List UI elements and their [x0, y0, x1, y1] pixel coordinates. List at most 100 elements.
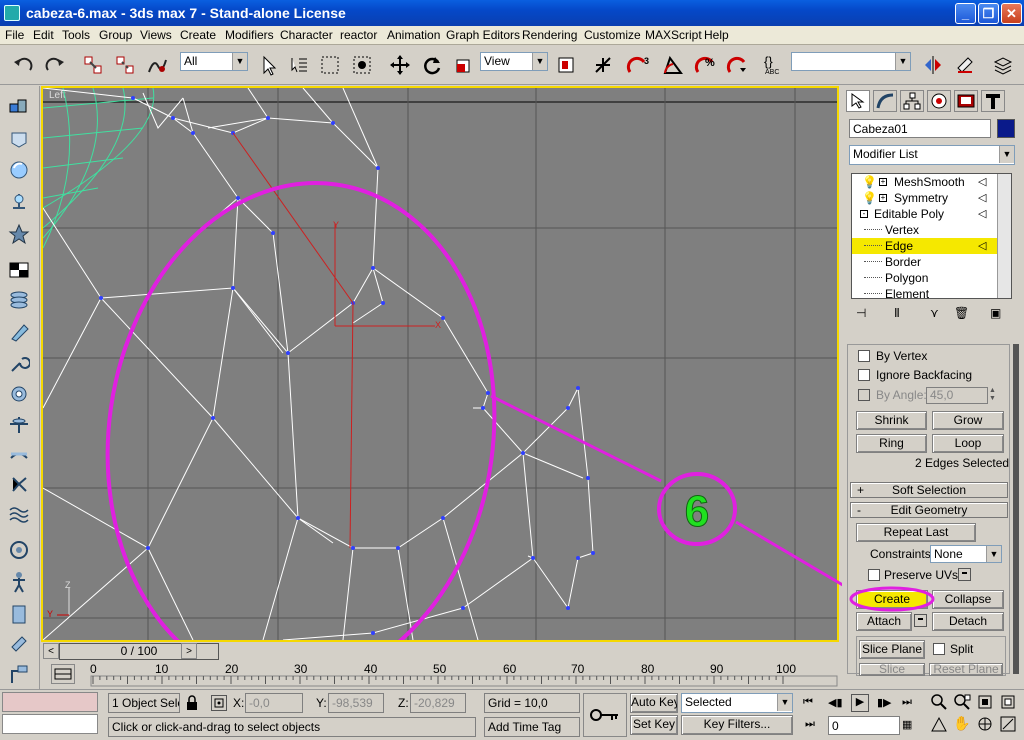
- select-by-name-icon[interactable]: [285, 52, 311, 78]
- create-button[interactable]: Create: [856, 590, 928, 609]
- ignore-backfacing-checkbox[interactable]: [858, 369, 870, 381]
- undo-icon[interactable]: [10, 52, 36, 78]
- lightbulb-icon[interactable]: 💡: [862, 174, 877, 190]
- align-icon[interactable]: [952, 52, 978, 78]
- by-angle-spinner[interactable]: 45,0: [926, 387, 988, 404]
- collapse-icon[interactable]: -: [860, 210, 868, 218]
- menu-file[interactable]: File: [5, 28, 24, 42]
- shrink-button[interactable]: Shrink: [856, 411, 927, 430]
- repeat-last-button[interactable]: Repeat Last: [856, 523, 976, 542]
- show-end-result-icon[interactable]: Ⅱ: [894, 306, 900, 320]
- pin-stack-icon[interactable]: ◁: [978, 190, 986, 206]
- objects-tab-icon[interactable]: [7, 94, 31, 118]
- minimize-button[interactable]: _: [955, 3, 976, 24]
- absolute-mode-icon[interactable]: [211, 695, 227, 711]
- menu-customize[interactable]: Customize: [584, 28, 641, 42]
- select-and-scale-icon[interactable]: [451, 52, 477, 78]
- edit-geometry-rollout[interactable]: - Edit Geometry: [850, 502, 1008, 518]
- stack-item-meshsmooth[interactable]: 💡 + MeshSmooth ◁: [852, 174, 997, 190]
- select-and-rotate-icon[interactable]: [419, 52, 445, 78]
- set-key-button[interactable]: Set Key: [630, 715, 678, 735]
- menu-animation[interactable]: Animation: [387, 28, 440, 42]
- zoom-icon[interactable]: [930, 693, 948, 711]
- stack-sub-element[interactable]: Element: [852, 286, 997, 298]
- set-key-mode-icon[interactable]: [583, 693, 627, 737]
- previous-frame-button[interactable]: <: [43, 643, 59, 659]
- key-mode-toggle-icon[interactable]: ⏭: [805, 718, 821, 732]
- particles-tab-icon[interactable]: [7, 288, 31, 312]
- soft-selection-rollout[interactable]: + Soft Selection: [850, 482, 1008, 498]
- menu-group[interactable]: Group: [99, 28, 132, 42]
- select-and-link-icon[interactable]: [80, 52, 106, 78]
- by-angle-checkbox[interactable]: [858, 389, 870, 401]
- object-name-field[interactable]: Cabeza01: [849, 119, 991, 138]
- previous-frame-icon[interactable]: ◀▮: [828, 696, 846, 710]
- utilities-panel-tab-icon[interactable]: [981, 90, 1005, 112]
- utilities-tab-icon[interactable]: [7, 632, 31, 656]
- mirror-icon[interactable]: [920, 52, 946, 78]
- waves-tab-icon[interactable]: [7, 502, 31, 526]
- motion-panel-tab-icon[interactable]: [927, 90, 951, 112]
- pin-stack-icon[interactable]: ◁: [978, 238, 986, 254]
- selection-filter-dropdown[interactable]: All ▼: [180, 52, 248, 71]
- display-panel-tab-icon[interactable]: [954, 90, 978, 112]
- modify-panel-tab-icon[interactable]: [873, 90, 897, 112]
- play-icon[interactable]: ▶: [851, 694, 869, 712]
- named-selection-sets-dropdown[interactable]: ▼: [791, 52, 911, 71]
- menu-views[interactable]: Views: [140, 28, 172, 42]
- cameras-tab-icon[interactable]: [7, 442, 31, 466]
- zoom-all-icon[interactable]: [953, 693, 971, 711]
- pin-stack-icon[interactable]: ◁: [978, 174, 986, 190]
- select-object-icon[interactable]: [255, 52, 281, 78]
- systems-tab-icon[interactable]: [7, 472, 31, 496]
- menu-reactor[interactable]: reactor: [340, 28, 377, 42]
- current-frame-field[interactable]: 0: [828, 716, 900, 735]
- menu-tools[interactable]: Tools: [62, 28, 90, 42]
- edit-named-selection-icon[interactable]: {} ABC: [760, 52, 786, 78]
- layer-manager-icon[interactable]: [990, 52, 1016, 78]
- expand-icon[interactable]: +: [879, 194, 887, 202]
- percent-snap-icon[interactable]: %: [692, 52, 718, 78]
- menu-maxscript[interactable]: MAXScript: [645, 28, 702, 42]
- field-of-view-icon[interactable]: [930, 715, 948, 733]
- auto-key-button[interactable]: Auto Key: [630, 693, 678, 713]
- curve-editor-icon[interactable]: [51, 664, 75, 684]
- compounds-tab-icon[interactable]: [7, 258, 31, 282]
- nurbs-tab-icon[interactable]: [7, 352, 31, 376]
- helpers-tab-icon[interactable]: [7, 222, 31, 246]
- left-viewport[interactable]: Left Y X Z Y: [41, 86, 839, 642]
- remove-modifier-icon[interactable]: 🗑: [954, 306, 969, 320]
- modifier-list-dropdown[interactable]: Modifier List ▼: [849, 145, 1015, 165]
- loop-button[interactable]: Loop: [932, 434, 1004, 453]
- next-frame-button[interactable]: >: [181, 643, 197, 659]
- pin-stack-button-icon[interactable]: ⊣: [856, 306, 866, 320]
- menu-rendering[interactable]: Rendering: [522, 28, 577, 42]
- materials-tab-icon[interactable]: [7, 602, 31, 626]
- key-filters-button[interactable]: Key Filters...: [681, 715, 793, 735]
- stack-sub-polygon[interactable]: Polygon: [852, 270, 997, 286]
- time-configuration-icon[interactable]: ▦: [902, 718, 918, 732]
- stack-sub-border[interactable]: Border: [852, 254, 997, 270]
- menu-character[interactable]: Character: [280, 28, 333, 42]
- slice-plane-button[interactable]: Slice Plane: [859, 640, 925, 659]
- close-button[interactable]: ✕: [1001, 3, 1022, 24]
- stack-sub-edge-selected[interactable]: Edge ◁: [852, 238, 997, 254]
- select-and-manipulate-icon[interactable]: [590, 52, 616, 78]
- menu-graph-editors[interactable]: Graph Editors: [446, 28, 520, 42]
- preserve-uvs-checkbox[interactable]: [868, 569, 880, 581]
- next-frame-icon[interactable]: ▮▶: [877, 696, 895, 710]
- menu-edit[interactable]: Edit: [33, 28, 54, 42]
- slice-button[interactable]: Slice: [859, 663, 925, 676]
- sphere-tab-icon[interactable]: [7, 158, 31, 182]
- panel-scrollbar[interactable]: [1013, 344, 1019, 674]
- stack-item-symmetry[interactable]: 💡 + Symmetry ◁: [852, 190, 997, 206]
- redo-icon[interactable]: [42, 52, 68, 78]
- select-and-move-icon[interactable]: [387, 52, 413, 78]
- z-coordinate-field[interactable]: -20,829: [410, 693, 466, 713]
- reactor-tab-icon[interactable]: [7, 538, 31, 562]
- bind-to-space-warp-icon[interactable]: [144, 52, 170, 78]
- arc-rotate-icon[interactable]: [976, 715, 994, 733]
- hammer-tab-icon[interactable]: [7, 662, 31, 686]
- constraints-dropdown[interactable]: None ▼: [930, 545, 1002, 563]
- selected-set-dropdown[interactable]: Selected ▼: [681, 693, 793, 713]
